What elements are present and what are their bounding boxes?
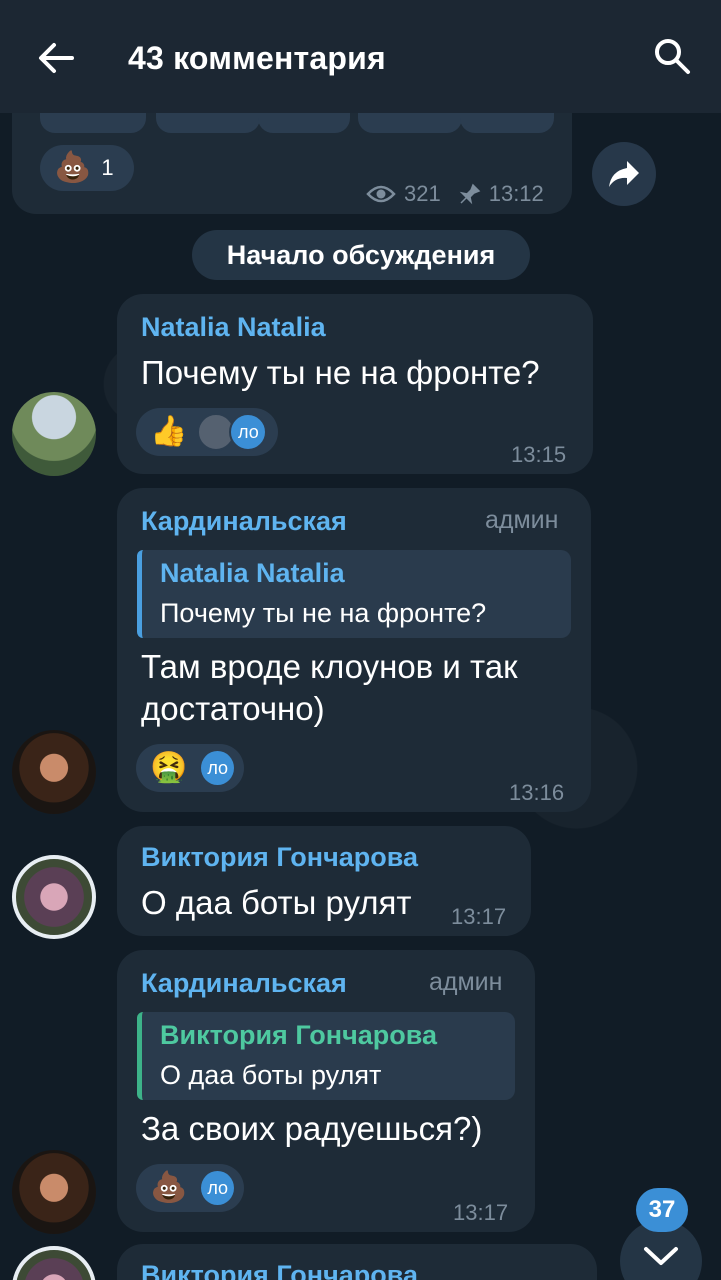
views-count: 321 [404, 181, 441, 206]
top-bar: 43 комментария [0, 0, 721, 113]
admin-badge: админ [485, 506, 559, 534]
message-time: 13:16 [509, 780, 565, 805]
reply-author: Виктория Гончарова [160, 1020, 438, 1050]
avatar[interactable] [12, 1150, 96, 1234]
reply-text: Почему ты не на фронте? [160, 598, 487, 628]
thumbs-up-icon: 👍 [150, 415, 188, 448]
message-bubble[interactable]: Natalia Natalia Почему ты не на фронте? … [117, 294, 593, 474]
message-reactions[interactable]: 💩 ло [136, 1164, 244, 1212]
message-time: 13:15 [511, 442, 567, 467]
reply-quote[interactable]: Natalia Natalia Почему ты не на фронте? [137, 550, 571, 638]
message-text: Почему ты не на фронте? [141, 354, 540, 391]
reaction-count: 1 [101, 155, 114, 180]
search-icon[interactable] [652, 36, 692, 76]
message-time: 13:17 [453, 1200, 509, 1225]
reaction-poop[interactable]: 💩 1 [40, 145, 134, 191]
post-time: 13:12 [488, 181, 544, 206]
message-text: О даа боты рулят [141, 884, 412, 921]
avatar[interactable] [12, 392, 96, 476]
message-author[interactable]: Виктория Гончарова [141, 1260, 418, 1280]
poop-icon: 💩 [150, 1171, 188, 1204]
chevron-down-icon [644, 1247, 678, 1265]
message-author[interactable]: Кардинальская [141, 506, 347, 537]
reactor-avatar-initials: ло [229, 413, 268, 451]
message-author[interactable]: Кардинальская [141, 968, 347, 999]
share-button[interactable] [592, 142, 656, 206]
share-arrow-icon [609, 161, 639, 187]
avatar[interactable] [12, 730, 96, 814]
reply-author: Natalia Natalia [160, 558, 345, 588]
message-author[interactable]: Виктория Гончарова [141, 842, 418, 873]
page-title: 43 комментария [128, 40, 386, 76]
reactor-avatar-initials: ло [199, 1169, 236, 1207]
message-text-line2: достаточно) [141, 690, 325, 727]
unread-count-badge: 37 [636, 1188, 688, 1232]
message-reactions[interactable]: 👍 ло [136, 408, 278, 456]
message-bubble[interactable]: Виктория Гончарова О даа боты рулят 13:1… [117, 826, 531, 936]
reply-quote[interactable]: Виктория Гончарова О даа боты рулят [137, 1012, 515, 1100]
vomit-face-icon: 🤮 [150, 751, 188, 784]
message-bubble[interactable]: Кардинальская админ Виктория Гончарова О… [117, 950, 535, 1232]
message-text-line1: Там вроде клоунов и так [141, 648, 518, 685]
avatar[interactable] [12, 855, 96, 939]
message-author[interactable]: Natalia Natalia [141, 312, 326, 343]
discussion-start-label: Начало обсуждения [192, 230, 530, 280]
admin-badge: админ [429, 968, 503, 996]
message-bubble[interactable]: Кардинальская админ Natalia Natalia Поче… [117, 488, 591, 812]
channel-post: 💩 1 321 13:12 [12, 103, 572, 214]
message-text: За своих радуешься?) [141, 1110, 483, 1147]
post-meta: 321 13:12 [366, 181, 544, 207]
poop-icon: 💩 [54, 151, 92, 184]
message-bubble[interactable]: Виктория Гончарова [117, 1244, 597, 1280]
message-time: 13:17 [451, 904, 507, 929]
pin-icon [459, 183, 481, 205]
views-eye-icon [366, 185, 396, 203]
back-arrow-icon[interactable] [36, 38, 76, 78]
reply-text: О даа боты рулят [160, 1060, 382, 1090]
message-reactions[interactable]: 🤮 ло [136, 744, 244, 792]
reactor-avatar-initials: ло [199, 749, 236, 787]
